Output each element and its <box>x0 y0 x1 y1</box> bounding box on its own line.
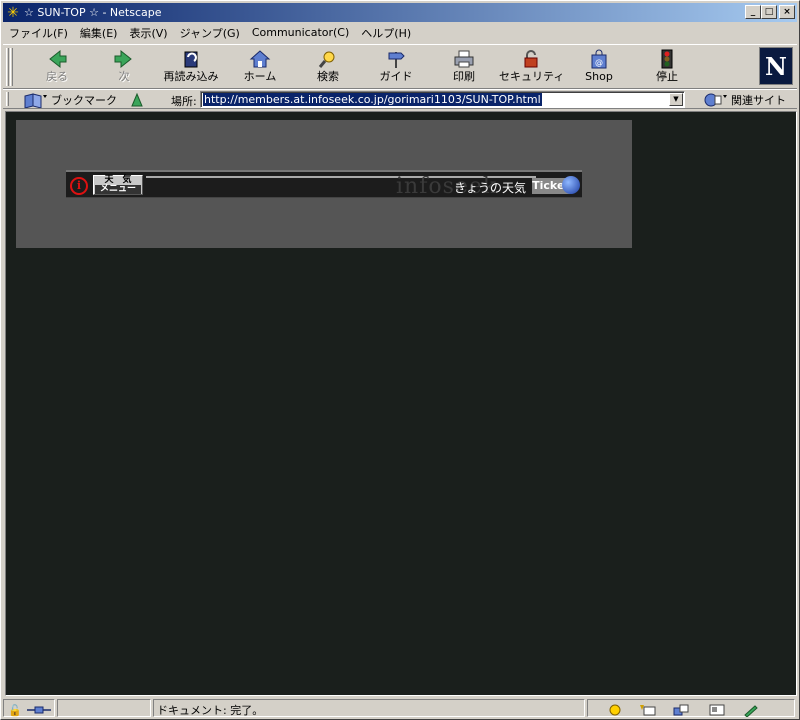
menu-communicator[interactable]: Communicator(C) <box>246 26 355 39</box>
forward-label: 次 <box>118 70 130 83</box>
menu-go[interactable]: ジャンプ(G) <box>174 25 246 41</box>
search-label: 検索 <box>317 70 339 83</box>
security-label: セキュリティ <box>499 70 565 83</box>
home-icon <box>248 48 272 70</box>
home-label: ホーム <box>243 70 277 83</box>
info-icon[interactable]: i <box>70 177 88 195</box>
navigation-toolbar: 戻る 次 再読み込み ホーム 検索 ガイド 印刷 セキュリティ @ Shop 停… <box>3 44 797 89</box>
print-label: 印刷 <box>453 70 475 83</box>
header-panel: i 天 気 メニュー infoseek きょうの天気 Ticker <box>16 120 632 248</box>
bookmark-icon <box>24 92 47 108</box>
forward-arrow-icon <box>112 48 136 70</box>
connection-plug-icon <box>26 702 52 718</box>
lock-icon <box>519 48 543 70</box>
status-lock-icon[interactable]: 🔓 <box>6 702 24 718</box>
component-bar <box>587 699 795 717</box>
back-button[interactable]: 戻る <box>25 48 89 88</box>
shop-button[interactable]: @ Shop <box>567 48 631 88</box>
related-sites-icon <box>704 93 727 106</box>
newsgroup-icon[interactable] <box>672 702 690 718</box>
browser-window: ✳ ☆ SUN-TOP ☆ - Netscape _ □ × ファイル(F) 編… <box>0 0 800 720</box>
bookmarks-button[interactable]: ブックマーク <box>23 91 145 108</box>
status-message: ドキュメント: 完了。 <box>157 704 264 717</box>
toolbar-grip[interactable] <box>6 48 9 86</box>
menu-help[interactable]: ヘルプ(H) <box>355 25 417 41</box>
status-progress-cell <box>57 699 151 717</box>
globe-icon[interactable] <box>562 176 580 194</box>
home-button[interactable]: ホーム <box>228 48 292 88</box>
weather-ticker[interactable]: i 天 気 メニュー infoseek きょうの天気 Ticker <box>66 170 582 199</box>
reload-button[interactable]: 再読み込み <box>159 48 223 88</box>
window-controls: _ □ × <box>745 5 795 19</box>
url-text[interactable]: http://members.at.infoseek.co.jp/gorimar… <box>203 93 542 106</box>
back-arrow-icon <box>45 48 69 70</box>
menu-edit[interactable]: 編集(E) <box>74 25 124 41</box>
related-sites-button[interactable]: 関連サイト <box>701 91 786 108</box>
shop-label: Shop <box>585 70 613 83</box>
menu-bar: ファイル(F) 編集(E) 表示(V) ジャンプ(G) Communicator… <box>3 23 797 42</box>
print-button[interactable]: 印刷 <box>432 48 496 88</box>
shopping-bag-icon: @ <box>587 48 611 70</box>
stop-traffic-light-icon <box>655 48 679 70</box>
address-book-icon[interactable] <box>708 702 726 718</box>
location-drag-icon[interactable] <box>129 92 145 108</box>
back-label: 戻る <box>46 70 68 83</box>
related-sites-label: 関連サイト <box>731 93 786 107</box>
guide-button[interactable]: ガイド <box>364 48 428 88</box>
page-content: i 天 気 メニュー infoseek きょうの天気 Ticker <box>5 111 797 696</box>
weather-menu-bottom: メニュー <box>95 185 141 194</box>
url-dropdown-arrow-icon[interactable]: ▼ <box>669 93 683 106</box>
composer-icon[interactable] <box>742 702 760 718</box>
security-button[interactable]: セキュリティ <box>499 48 565 88</box>
stop-button[interactable]: 停止 <box>635 48 699 88</box>
app-icon[interactable]: ✳ <box>5 5 21 21</box>
minimize-button[interactable]: _ <box>745 5 761 19</box>
status-message-cell: ドキュメント: 完了。 <box>153 699 585 717</box>
window-title: ☆ SUN-TOP ☆ - Netscape <box>24 6 162 19</box>
toolbar-grip[interactable] <box>6 92 9 106</box>
title-bar[interactable]: ✳ ☆ SUN-TOP ☆ - Netscape _ □ × <box>3 3 797 22</box>
search-icon <box>316 48 340 70</box>
bookmarks-label: ブックマーク <box>51 93 117 107</box>
netscape-logo[interactable]: N <box>759 47 793 85</box>
status-bar: 🔓 ドキュメント: 完了。 <box>3 698 797 718</box>
weather-menu-button[interactable]: 天 気 メニュー <box>93 175 143 195</box>
maximize-button[interactable]: □ <box>761 5 777 19</box>
printer-icon <box>452 48 476 70</box>
menu-file[interactable]: ファイル(F) <box>3 25 74 41</box>
mail-icon[interactable] <box>638 702 656 718</box>
forward-button[interactable]: 次 <box>92 48 156 88</box>
reload-icon <box>179 48 203 70</box>
svg-text:@: @ <box>595 58 603 67</box>
stop-label: 停止 <box>656 70 678 83</box>
navigator-icon[interactable] <box>606 702 624 718</box>
url-input[interactable]: http://members.at.infoseek.co.jp/gorimar… <box>200 91 685 108</box>
toolbar-grip[interactable] <box>10 48 13 86</box>
status-security-cell[interactable]: 🔓 <box>3 699 55 717</box>
close-button[interactable]: × <box>779 5 795 19</box>
weather-text[interactable]: きょうの天気 <box>454 179 526 196</box>
location-label: 場所: <box>171 95 197 108</box>
guide-signpost-icon <box>384 48 408 70</box>
menu-view[interactable]: 表示(V) <box>123 25 173 41</box>
search-button[interactable]: 検索 <box>296 48 360 88</box>
location-toolbar: ブックマーク 場所: http://members.at.infoseek.co… <box>3 89 797 109</box>
reload-label: 再読み込み <box>163 70 219 83</box>
guide-label: ガイド <box>379 70 413 83</box>
